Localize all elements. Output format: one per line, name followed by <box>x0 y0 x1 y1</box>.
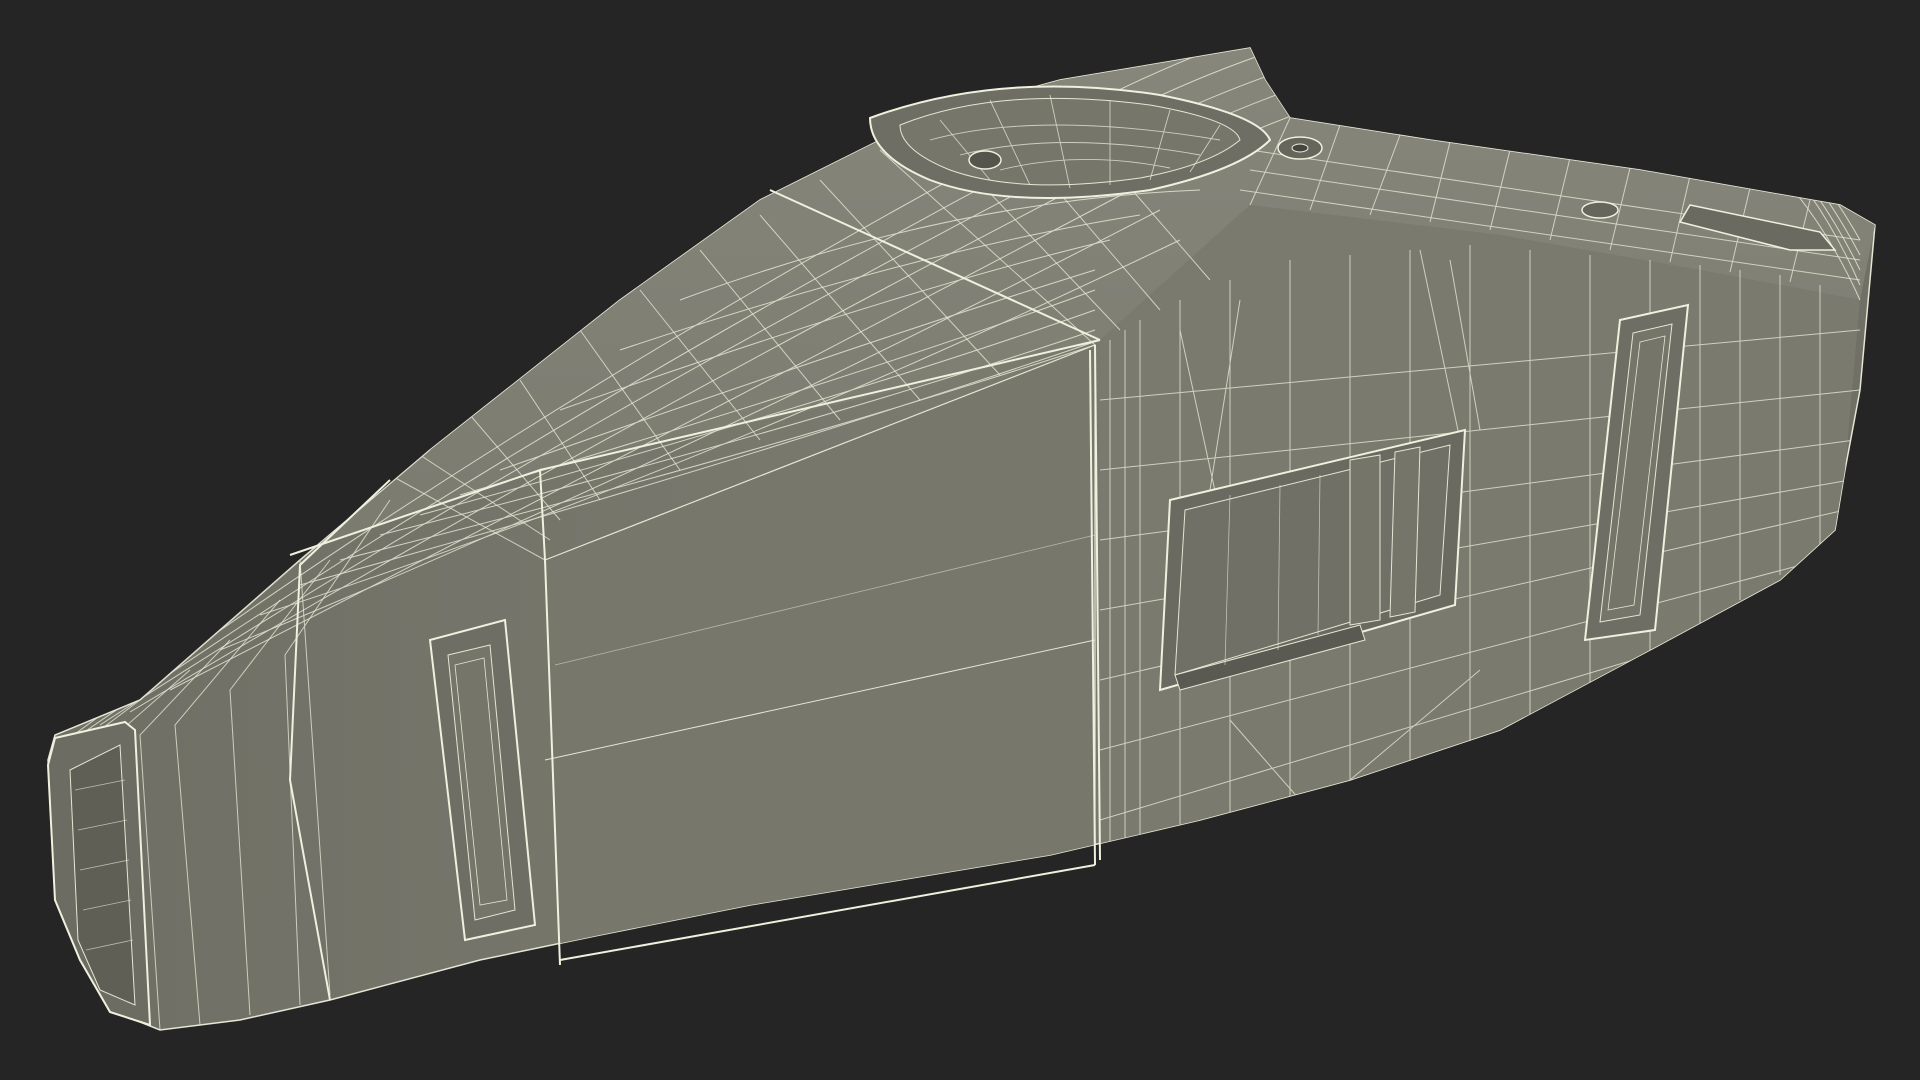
wireframe-model <box>46 47 1876 1031</box>
screw-hole-icon <box>1581 201 1619 219</box>
render-viewport <box>0 0 1920 1080</box>
front-nozzle-opening <box>46 720 152 1027</box>
screw-hole-icon <box>968 150 1002 170</box>
